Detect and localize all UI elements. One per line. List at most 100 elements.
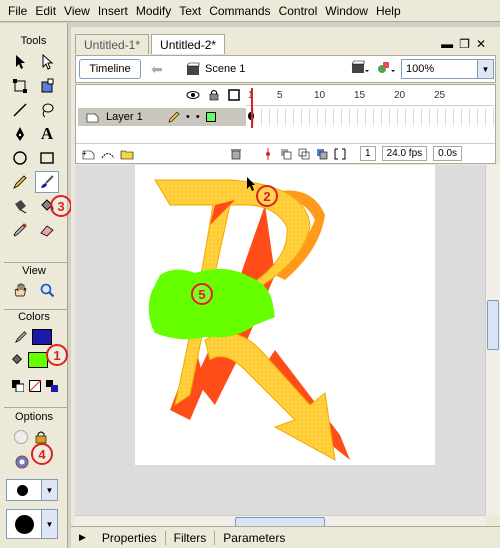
magnifier-icon bbox=[40, 283, 55, 298]
eraser-tool-button[interactable] bbox=[35, 219, 59, 241]
eyedropper-icon bbox=[13, 223, 27, 237]
brush-size-dropdown[interactable]: ▼ bbox=[6, 479, 58, 501]
frame-number: 25 bbox=[434, 90, 446, 101]
callout-4: 4 bbox=[31, 443, 53, 465]
frame-cells[interactable] bbox=[246, 108, 494, 126]
lock-dot[interactable]: • bbox=[196, 111, 200, 123]
vertical-scrollbar[interactable] bbox=[485, 165, 500, 515]
tab-untitled-2[interactable]: Untitled-2* bbox=[151, 34, 226, 54]
modify-markers-icon[interactable] bbox=[334, 148, 346, 160]
timeline-panel: Layer 1 • • 1 5 10 15 20 25 + bbox=[75, 84, 496, 164]
tab-properties[interactable]: Properties bbox=[94, 531, 165, 545]
playhead[interactable] bbox=[251, 88, 253, 128]
add-guide-icon[interactable] bbox=[101, 148, 115, 160]
menu-insert[interactable]: Insert bbox=[94, 4, 132, 18]
expand-arrow-icon[interactable]: ▶ bbox=[71, 532, 94, 543]
gradient-transform-tool-button[interactable] bbox=[35, 75, 59, 97]
trash-icon[interactable] bbox=[230, 148, 242, 160]
rectangle-tool-button[interactable] bbox=[35, 147, 59, 169]
tools-header: Tools bbox=[20, 35, 47, 47]
object-drawing-icon[interactable] bbox=[14, 430, 28, 444]
close-icon[interactable]: ✕ bbox=[476, 37, 492, 51]
brush-mode-icon bbox=[15, 455, 29, 469]
selection-tool-button[interactable] bbox=[8, 51, 32, 73]
add-folder-icon[interactable] bbox=[120, 148, 134, 160]
window-controls: ▬❐✕ bbox=[441, 37, 492, 51]
time-field: 0.0s bbox=[433, 146, 463, 161]
callout-5: 5 bbox=[191, 283, 213, 305]
fill-color-swatch[interactable] bbox=[28, 352, 48, 368]
edit-multiple-icon[interactable] bbox=[316, 148, 328, 160]
menu-control[interactable]: Control bbox=[275, 4, 322, 18]
vertical-scroll-thumb[interactable] bbox=[487, 300, 499, 350]
hand-tool-button[interactable] bbox=[8, 279, 32, 301]
edit-bar: Timeline ⬅ Scene 1 100% ▼ bbox=[75, 55, 496, 83]
black-white-icon[interactable] bbox=[12, 380, 24, 392]
brush-shape-dropdown[interactable]: ▼ bbox=[6, 509, 58, 539]
lock-icon[interactable] bbox=[208, 89, 220, 101]
minimize-icon[interactable]: ▬ bbox=[441, 37, 459, 51]
add-layer-icon[interactable]: + bbox=[82, 148, 96, 160]
eye-icon[interactable] bbox=[186, 89, 200, 101]
current-frame-field: 1 bbox=[360, 146, 376, 161]
hand-icon bbox=[14, 283, 27, 297]
timeline-toggle-button[interactable]: Timeline bbox=[79, 59, 141, 79]
oval-tool-button[interactable] bbox=[8, 147, 32, 169]
back-arrow-icon[interactable]: ⬅ bbox=[151, 61, 163, 78]
subselection-tool-button[interactable] bbox=[35, 51, 59, 73]
pen-tool-button[interactable] bbox=[8, 123, 32, 145]
outline-icon[interactable] bbox=[228, 89, 240, 101]
tab-parameters[interactable]: Parameters bbox=[215, 531, 293, 545]
stroke-color-swatch[interactable] bbox=[32, 329, 52, 345]
ink-bottle-tool-button[interactable] bbox=[8, 195, 32, 217]
arrow-icon bbox=[16, 55, 25, 69]
center-frame-icon[interactable] bbox=[262, 147, 274, 160]
line-tool-button[interactable] bbox=[8, 99, 32, 121]
colors-label: Colors bbox=[18, 311, 50, 323]
oval-icon bbox=[13, 151, 27, 165]
layer-row[interactable]: Layer 1 • • bbox=[78, 108, 246, 126]
pencil-stroke-icon bbox=[14, 331, 27, 344]
frames-area[interactable]: 1 5 10 15 20 25 bbox=[246, 88, 494, 128]
eraser-icon bbox=[40, 225, 54, 237]
pencil-tool-button[interactable] bbox=[8, 171, 32, 193]
stage-area[interactable]: 2 5 bbox=[75, 165, 485, 515]
onion-skin-icon[interactable] bbox=[280, 148, 292, 160]
edit-symbols-icon[interactable] bbox=[377, 60, 395, 76]
menu-file[interactable]: File bbox=[4, 4, 31, 18]
edit-scene-icon[interactable] bbox=[351, 60, 369, 76]
brush-tool-button[interactable] bbox=[35, 171, 59, 193]
document-window: Untitled-1* Untitled-2* ▬❐✕ Timeline ⬅ S… bbox=[71, 27, 500, 548]
restore-icon[interactable]: ❐ bbox=[459, 37, 476, 51]
lock-fill-icon[interactable] bbox=[34, 430, 48, 444]
zoom-dropdown[interactable]: 100% ▼ bbox=[401, 59, 494, 79]
menu-text[interactable]: Text bbox=[175, 4, 205, 18]
eyedropper-tool-button[interactable] bbox=[8, 219, 32, 241]
zoom-value: 100% bbox=[406, 63, 435, 75]
onion-outline-icon[interactable] bbox=[298, 148, 310, 160]
tab-filters[interactable]: Filters bbox=[166, 531, 215, 545]
menu-commands[interactable]: Commands bbox=[205, 4, 274, 18]
menu-window[interactable]: Window bbox=[321, 4, 372, 18]
tab-untitled-1[interactable]: Untitled-1* bbox=[75, 34, 150, 54]
menu-view[interactable]: View bbox=[60, 4, 94, 18]
lasso-tool-button[interactable] bbox=[35, 99, 59, 121]
onion-skin-buttons bbox=[262, 147, 346, 160]
free-transform-tool-button[interactable] bbox=[8, 75, 32, 97]
menu-help[interactable]: Help bbox=[372, 4, 405, 18]
swap-colors-icon[interactable] bbox=[46, 380, 58, 392]
frame-number: 20 bbox=[394, 90, 406, 101]
stage-canvas[interactable]: 2 5 bbox=[135, 165, 435, 465]
zoom-tool-button[interactable] bbox=[35, 279, 59, 301]
visible-dot[interactable]: • bbox=[186, 111, 190, 123]
menu-edit[interactable]: Edit bbox=[31, 4, 60, 18]
layer-buttons: + bbox=[82, 148, 134, 160]
subselect-arrow-icon bbox=[42, 54, 54, 70]
outline-color-box[interactable] bbox=[205, 112, 216, 122]
fill-color-row bbox=[10, 352, 48, 368]
no-color-icon[interactable] bbox=[29, 380, 41, 392]
brush-mode-button[interactable] bbox=[14, 454, 30, 473]
fps-field[interactable]: 24.0 fps bbox=[381, 146, 428, 161]
menu-modify[interactable]: Modify bbox=[132, 4, 175, 18]
text-tool-button[interactable]: A bbox=[35, 123, 59, 145]
